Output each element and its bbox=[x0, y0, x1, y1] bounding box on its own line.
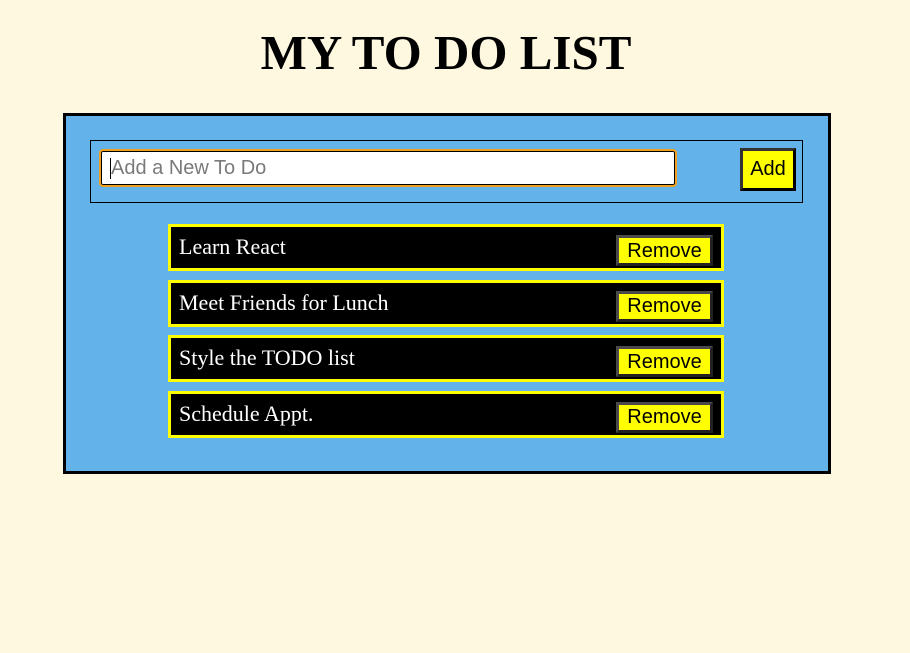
todo-list: Learn React Remove Meet Friends for Lunc… bbox=[168, 224, 724, 446]
page-title: MY TO DO LIST bbox=[260, 25, 632, 80]
todo-item: Meet Friends for Lunch Remove bbox=[168, 279, 724, 327]
add-button[interactable]: Add bbox=[740, 148, 796, 191]
todo-panel: Add Learn React Remove Meet Friends for … bbox=[63, 113, 831, 474]
remove-button[interactable]: Remove bbox=[616, 346, 713, 377]
todo-text: Learn React bbox=[179, 234, 286, 259]
todo-text: Style the TODO list bbox=[179, 345, 355, 370]
text-cursor bbox=[110, 158, 111, 179]
todo-item: Learn React Remove bbox=[168, 224, 724, 271]
todo-item: Schedule Appt. Remove bbox=[168, 390, 724, 438]
todo-text: Schedule Appt. bbox=[179, 400, 314, 426]
remove-button[interactable]: Remove bbox=[616, 235, 713, 266]
remove-button[interactable]: Remove bbox=[616, 290, 713, 322]
add-todo-form: Add bbox=[90, 140, 803, 203]
remove-button[interactable]: Remove bbox=[616, 401, 713, 433]
new-todo-input[interactable] bbox=[99, 149, 677, 187]
todo-text: Meet Friends for Lunch bbox=[179, 289, 389, 315]
todo-item: Style the TODO list Remove bbox=[168, 335, 724, 382]
